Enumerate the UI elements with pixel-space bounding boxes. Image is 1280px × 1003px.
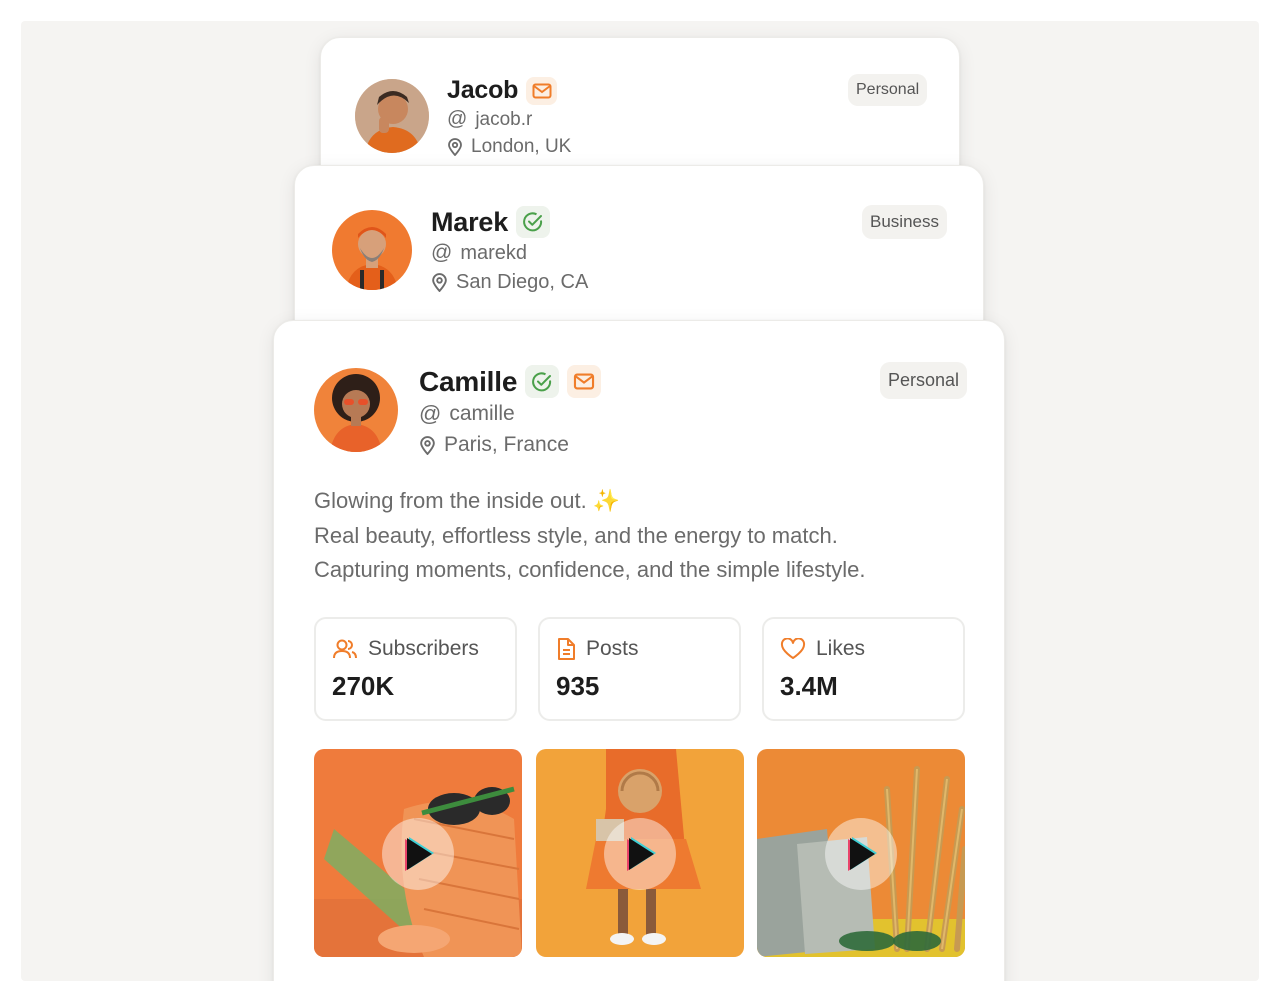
account-type-tag: Personal xyxy=(880,362,968,399)
avatar xyxy=(355,79,429,153)
stat-value: 270K xyxy=(332,671,395,701)
users-icon xyxy=(333,639,357,659)
stat-label: Likes xyxy=(816,637,866,660)
profile-location: Paris, France xyxy=(444,433,569,456)
mail-icon[interactable] xyxy=(567,365,602,398)
at-icon: @ xyxy=(447,108,468,130)
at-icon: @ xyxy=(431,241,453,264)
play-icon xyxy=(405,837,434,871)
stat-subscribers[interactable]: Subscribers 270K xyxy=(314,617,517,721)
avatar xyxy=(332,210,412,290)
play-button[interactable] xyxy=(382,818,454,890)
profile-handle: jacob.r xyxy=(475,108,533,130)
video-thumbnail[interactable] xyxy=(536,749,744,957)
video-thumbnail[interactable] xyxy=(314,749,522,957)
profile-card-camille[interactable]: Camille @ camille Paris, France Personal… xyxy=(273,320,1005,981)
stat-value: 935 xyxy=(556,671,600,701)
location-pin-icon xyxy=(448,138,462,156)
play-button[interactable] xyxy=(825,818,897,890)
profile-location: San Diego, CA xyxy=(456,271,589,293)
stat-label: Subscribers xyxy=(368,637,479,660)
play-icon xyxy=(848,837,877,871)
account-type-tag: Business xyxy=(862,205,947,239)
bio-line: Capturing moments, confidence, and the s… xyxy=(314,557,866,582)
avatar xyxy=(314,368,398,452)
verified-check-icon xyxy=(516,206,551,238)
profile-name: Marek xyxy=(431,206,509,237)
profile-handle: marekd xyxy=(460,241,528,264)
at-icon: @ xyxy=(419,401,442,426)
stat-posts[interactable]: Posts 935 xyxy=(538,617,741,721)
location-pin-icon xyxy=(432,273,447,292)
bio-line: Glowing from the inside out. ✨ xyxy=(314,488,621,513)
profile-name: Camille xyxy=(419,365,518,397)
location-pin-icon xyxy=(420,435,435,455)
profile-stack-stage: Jacob @ jacob.r London, UK Personal Mare… xyxy=(21,21,1259,981)
bio-line: Real beauty, effortless style, and the e… xyxy=(314,522,838,548)
document-icon xyxy=(558,638,575,660)
verified-check-icon xyxy=(525,365,560,398)
play-button[interactable] xyxy=(604,818,676,890)
profile-location: London, UK xyxy=(471,136,572,157)
play-icon xyxy=(627,837,656,871)
stat-value: 3.4M xyxy=(780,671,838,701)
mail-icon[interactable] xyxy=(526,76,558,105)
heart-icon xyxy=(780,638,806,659)
video-thumbnail[interactable] xyxy=(757,749,965,957)
profile-handle: camille xyxy=(449,402,515,425)
profile-name: Jacob xyxy=(447,76,519,104)
stat-label: Posts xyxy=(586,637,639,660)
profile-bio: Glowing from the inside out. ✨ Real beau… xyxy=(314,484,974,588)
account-type-tag: Personal xyxy=(848,74,928,106)
stat-likes[interactable]: Likes 3.4M xyxy=(762,617,965,721)
